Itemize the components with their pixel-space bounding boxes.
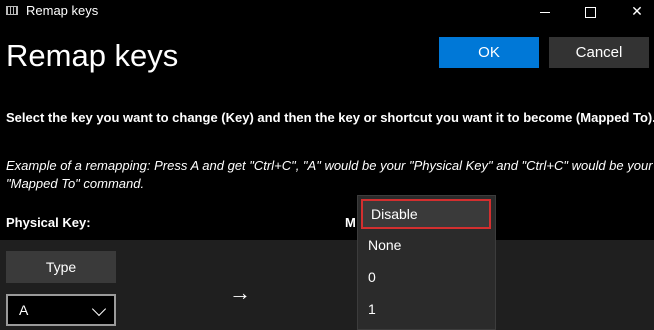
window-title: Remap keys <box>26 3 99 18</box>
example-text: Example of a remapping: Press A and get … <box>6 158 653 191</box>
mapped-to-header: M <box>345 215 356 230</box>
close-icon: ✕ <box>631 3 643 19</box>
arrow-right-icon: → <box>229 280 251 305</box>
physical-key-select[interactable]: A <box>6 294 116 326</box>
close-button[interactable]: ✕ <box>614 0 654 22</box>
instructions-text: Select the key you want to change (Key) … <box>6 110 654 125</box>
ok-button[interactable]: OK <box>439 37 539 68</box>
page-title: Remap keys <box>6 38 179 73</box>
remap-keys-window: Remap keys ✕ Remap keys OK Cancel Select… <box>0 0 654 330</box>
title-bar[interactable]: Remap keys ✕ <box>0 0 654 22</box>
keyboard-icon <box>6 6 18 15</box>
maximize-icon <box>584 6 596 18</box>
minimize-button[interactable] <box>522 0 568 22</box>
chevron-down-icon <box>91 301 107 317</box>
cancel-button[interactable]: Cancel <box>549 37 649 68</box>
minimize-icon <box>540 11 550 13</box>
dropdown-item-disable[interactable]: Disable <box>361 199 491 229</box>
physical-key-header: Physical Key: <box>6 215 91 230</box>
type-button[interactable]: Type <box>6 251 116 283</box>
dropdown-item-0[interactable]: 0 <box>358 261 495 293</box>
mapped-to-dropdown[interactable]: Disable None 0 1 <box>357 195 496 330</box>
dropdown-item-1[interactable]: 1 <box>358 293 495 325</box>
maximize-button[interactable] <box>567 0 613 22</box>
physical-key-value: A <box>19 302 29 318</box>
dropdown-item-none[interactable]: None <box>358 229 495 261</box>
